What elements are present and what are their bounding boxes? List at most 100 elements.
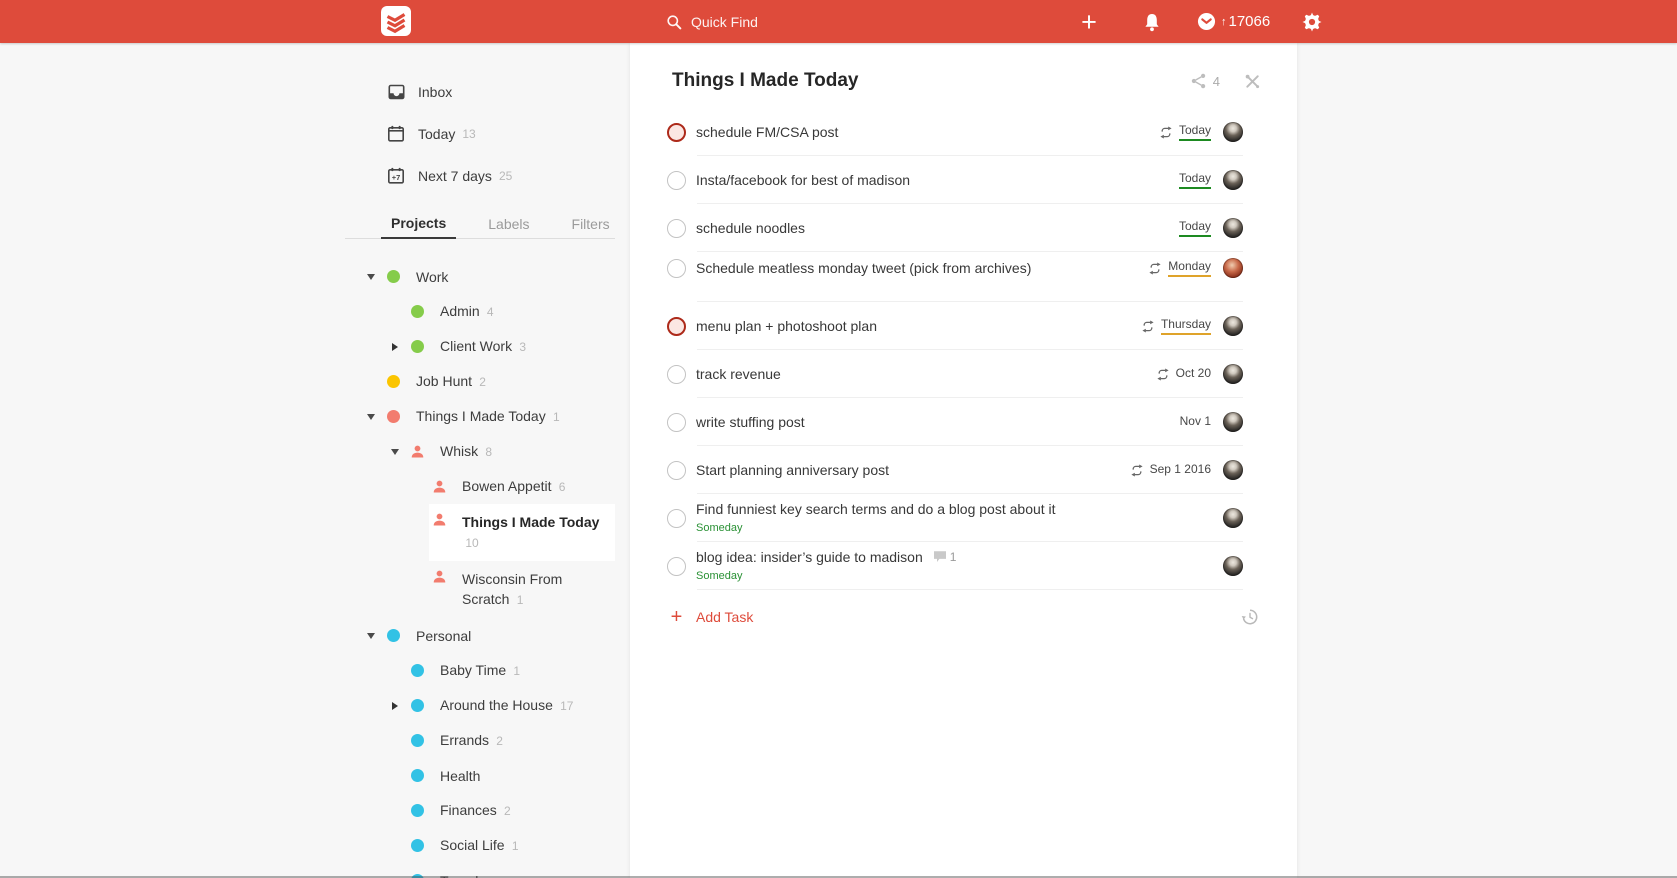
karma-up-arrow: ↑: [1221, 15, 1227, 28]
tab-projects[interactable]: Projects: [381, 209, 457, 239]
project-name: Job Hunt: [416, 373, 473, 389]
sidebar-project-item[interactable]: Things I Made Today 10: [345, 504, 615, 561]
favorite-label: Next 7 days: [418, 168, 492, 184]
task-title[interactable]: Schedule meatless monday tweet (pick fro…: [696, 260, 1031, 276]
task-checkbox[interactable]: [667, 460, 686, 480]
task-title[interactable]: write stuffing post: [696, 414, 805, 430]
task-label-someday[interactable]: Someday: [696, 522, 742, 534]
settings-button[interactable]: [1301, 0, 1323, 43]
due-date[interactable]: Today: [1178, 123, 1211, 141]
project-actions-button[interactable]: [1244, 73, 1261, 90]
task-title[interactable]: menu plan + photoshoot plan: [696, 318, 877, 334]
project-name: Work: [416, 268, 449, 285]
share-button[interactable]: 4: [1190, 73, 1220, 89]
sidebar-project-item[interactable]: Work: [345, 259, 615, 294]
sidebar-project-item[interactable]: Bowen Appetit 6: [345, 469, 615, 504]
assignee-avatar: [1223, 316, 1243, 336]
task-row[interactable]: schedule FM/CSA post Today: [667, 108, 1243, 156]
sidebar-project-item[interactable]: Job Hunt 2: [345, 364, 615, 399]
due-date[interactable]: Monday: [1168, 259, 1211, 277]
due-date[interactable]: Today: [1178, 219, 1211, 237]
sidebar-project-item[interactable]: Finances 2: [345, 793, 615, 828]
sidebar-project-item[interactable]: Personal: [345, 618, 615, 653]
task-row[interactable]: menu plan + photoshoot plan Thursday: [667, 302, 1243, 350]
task-row[interactable]: write stuffing post Nov 1: [667, 398, 1243, 446]
expand-arrow-icon[interactable]: [387, 701, 403, 710]
todoist-logo[interactable]: [381, 6, 411, 36]
project-name: Baby Time: [440, 662, 507, 678]
due-date[interactable]: Oct 20: [1176, 366, 1211, 382]
sidebar-project-item[interactable]: Baby Time 1: [345, 653, 615, 688]
task-row[interactable]: Insta/facebook for best of madison Today: [667, 156, 1243, 204]
task-title[interactable]: track revenue: [696, 366, 781, 382]
task-row[interactable]: schedule noodles Today: [667, 204, 1243, 252]
task-history-button[interactable]: [1241, 608, 1259, 626]
expand-arrow-icon[interactable]: [387, 342, 403, 351]
collapse-arrow-icon[interactable]: [363, 632, 379, 639]
task-checkbox[interactable]: [667, 316, 686, 336]
sidebar-project-item[interactable]: Errands 2: [345, 723, 615, 758]
sidebar-item-next-7-days[interactable]: +7 Next 7 days 25: [345, 155, 615, 197]
project-name: Personal: [416, 627, 472, 644]
task-title[interactable]: Find funniest key search terms and do a …: [696, 501, 1056, 517]
project-color-dot: [406, 305, 428, 318]
task-title[interactable]: schedule noodles: [696, 220, 805, 236]
task-row[interactable]: blog idea: insider’s guide to madison 1 …: [667, 542, 1243, 590]
task-checkbox[interactable]: [667, 508, 686, 528]
sidebar-project-item[interactable]: Client Work 3: [345, 329, 615, 364]
tab-labels[interactable]: Labels: [478, 209, 539, 239]
collapse-arrow-icon[interactable]: [387, 448, 403, 455]
due-date[interactable]: Today: [1178, 171, 1211, 189]
karma-indicator[interactable]: ↑ 17066: [1197, 12, 1270, 31]
task-title[interactable]: blog idea: insider’s guide to madison: [696, 549, 923, 565]
project-name: Whisk: [440, 443, 479, 459]
add-task-plus-icon: +: [670, 606, 683, 628]
comment-indicator[interactable]: 1: [933, 550, 956, 564]
due-date[interactable]: Thursday: [1160, 317, 1211, 335]
project-color-dot: [406, 340, 428, 353]
tab-filters[interactable]: Filters: [562, 209, 620, 239]
sidebar-project-item[interactable]: Social Life 1: [345, 828, 615, 863]
quick-find-search[interactable]: Quick Find: [666, 0, 758, 43]
task-row[interactable]: track revenue Oct 20: [667, 350, 1243, 398]
sidebar-item-today[interactable]: Today 13: [345, 113, 615, 155]
project-count: 1: [510, 664, 521, 678]
task-row[interactable]: Find funniest key search terms and do a …: [667, 494, 1243, 542]
task-row[interactable]: Schedule meatless monday tweet (pick fro…: [667, 252, 1243, 302]
task-checkbox[interactable]: [667, 556, 686, 576]
project-name: Errands: [440, 732, 490, 748]
task-checkbox[interactable]: [667, 122, 686, 142]
karma-count: 17066: [1228, 13, 1271, 30]
task-checkbox[interactable]: [667, 258, 686, 278]
sidebar-project-item[interactable]: Admin 4: [345, 294, 615, 329]
recurring-icon: [1148, 262, 1162, 275]
task-row[interactable]: Start planning anniversary post Sep 1 20…: [667, 446, 1243, 494]
favorite-count: 25: [498, 169, 513, 183]
task-title[interactable]: schedule FM/CSA post: [696, 124, 838, 140]
task-checkbox[interactable]: [667, 364, 686, 384]
sidebar-project-item[interactable]: Things I Made Today 1: [345, 399, 615, 434]
add-task-topbar-button[interactable]: +: [1074, 0, 1104, 43]
task-title[interactable]: Start planning anniversary post: [696, 462, 889, 478]
collapse-arrow-icon[interactable]: [363, 273, 379, 280]
task-title[interactable]: Insta/facebook for best of madison: [696, 172, 910, 188]
add-task-row[interactable]: + Add Task: [667, 600, 1258, 634]
task-label-someday[interactable]: Someday: [696, 570, 742, 582]
sidebar-item-inbox[interactable]: Inbox: [345, 71, 615, 113]
sidebar-project-item[interactable]: Health: [345, 758, 615, 793]
task-checkbox[interactable]: [667, 218, 686, 238]
notifications-button[interactable]: [1141, 0, 1163, 43]
sidebar-project-item[interactable]: Wisconsin From Scratch 1: [345, 561, 615, 618]
search-icon: [666, 14, 682, 30]
task-checkbox[interactable]: [667, 412, 686, 432]
karma-shield-icon: [1197, 12, 1216, 31]
due-date[interactable]: Sep 1 2016: [1150, 462, 1211, 478]
due-date[interactable]: Nov 1: [1180, 414, 1211, 430]
sidebar-project-item[interactable]: Around the House 17: [345, 688, 615, 723]
task-checkbox[interactable]: [667, 170, 686, 190]
recurring-icon: [1141, 320, 1155, 333]
project-count: 3: [515, 340, 526, 354]
project-color-dot: [406, 804, 428, 817]
sidebar-project-item[interactable]: Whisk 8: [345, 434, 615, 469]
collapse-arrow-icon[interactable]: [363, 413, 379, 420]
